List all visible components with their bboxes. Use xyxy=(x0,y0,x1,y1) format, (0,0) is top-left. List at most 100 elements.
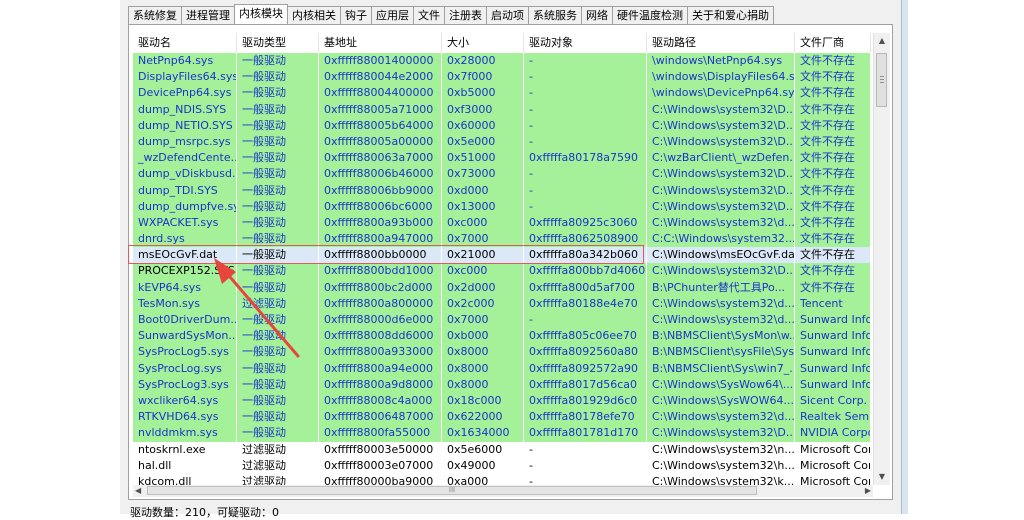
table-row[interactable]: dump_NDIS.SYS 一般驱动 0xfffff88005a71000 0xf30… xyxy=(133,101,871,118)
table-cell: 一般驱动 xyxy=(237,312,319,329)
table-row[interactable]: nvlddmkm.sys 一般驱动 0xfffff8800fa55000 0x1634… xyxy=(133,425,871,442)
table-row[interactable]: dump_dumpfve.sys 一般驱动 0xfffff88006bc6000 0x… xyxy=(133,198,871,215)
table-row[interactable]: kEVP64.sys 一般驱动 0xfffff8800bc2d000 0x2d000 0… xyxy=(133,279,871,296)
table-cell: 0xfffff88000d6e000 xyxy=(319,312,442,329)
table-cell: 文件不存在 xyxy=(795,247,871,264)
table-row[interactable]: PROCEXP152.SYS 一般驱动 0xfffff8800bdd1000 0xc0… xyxy=(133,263,871,280)
tab-11[interactable]: 硬件温度检测 xyxy=(612,6,688,24)
table-cell: - xyxy=(524,133,647,151)
table-row[interactable]: TesMon.sys 过滤驱动 0xfffff8800a800000 0x2c000 0… xyxy=(133,295,871,312)
table-cell: 0xfffffa801929d6c0 xyxy=(524,392,647,410)
table-row[interactable]: _wzDefendCente... 一般驱动 0xfffff880063a7000 0… xyxy=(133,150,871,167)
column-header[interactable]: 驱动路径 xyxy=(647,33,795,53)
kernel-module-panel: 驱动名 驱动类型 基地址 大小 驱动对象 驱动路径 文件厂商 NetPnp64.sys 一般驱… xyxy=(128,24,893,500)
table-cell: 一般驱动 xyxy=(237,53,319,70)
table-row[interactable]: SysProcLog5.sys 一般驱动 0xfffff8800a933000 0x8… xyxy=(133,344,871,361)
table-row[interactable]: dnrd.sys 一般驱动 0xfffff8800a947000 0x7000 0xff… xyxy=(133,231,871,248)
table-cell: 0xfffffa8092560a80 xyxy=(524,344,647,361)
tab-3[interactable]: 内核相关 xyxy=(287,6,341,24)
table-cell: 文件不存在 xyxy=(795,214,871,232)
table-cell: Microsoft Corpo xyxy=(795,441,871,458)
table-cell: 0xfffffa8092572a90 xyxy=(524,360,647,377)
tab-5[interactable]: 应用层 xyxy=(371,6,414,24)
table-cell: - xyxy=(524,441,647,458)
tab-0[interactable]: 系统修复 xyxy=(128,6,182,24)
table-row[interactable]: Boot0DriverDum... 一般驱动 0xfffff88000d6e000 0… xyxy=(133,312,871,329)
table-cell: 0xfffff8800a800000 xyxy=(319,295,442,312)
tab-7[interactable]: 注册表 xyxy=(444,6,487,24)
scroll-left-icon[interactable]: ◀ xyxy=(135,485,141,497)
tab-1[interactable]: 进程管理 xyxy=(181,6,235,24)
table-cell: 一般驱动 xyxy=(237,409,319,426)
table-cell: 0xfffff88004400000 xyxy=(319,85,442,102)
table-cell: B:\NBMSClient\sysFile\Sys... xyxy=(647,344,795,361)
tab-8[interactable]: 启动项 xyxy=(486,6,529,24)
scroll-down-icon[interactable]: ▼ xyxy=(874,469,890,485)
table-cell: 过滤驱动 xyxy=(237,473,319,485)
tab-9[interactable]: 系统服务 xyxy=(528,6,582,24)
table-cell: 0xfffff88008dd6000 xyxy=(319,328,442,345)
table-row[interactable]: msEOcGvF.dat 一般驱动 0xfffff8800bb0000 0x21000… xyxy=(133,247,871,264)
tab-4[interactable]: 钩子 xyxy=(340,6,372,24)
table-row[interactable]: WXPACKET.sys 一般驱动 0xfffff8800a93b000 0xc000… xyxy=(133,214,871,232)
table-cell: Sunward Inform xyxy=(795,360,871,377)
table-cell: 0xfffff80000ba9000 xyxy=(319,473,442,485)
tab-12[interactable]: 关于和爱心捐助 xyxy=(687,6,774,24)
table-cell: C:\Windows\system32\D... xyxy=(647,133,795,151)
table-row[interactable]: SysProcLog3.sys 一般驱动 0xfffff8800a9d8000 0x8… xyxy=(133,376,871,393)
vertical-scrollbar[interactable]: ▲ ▼ xyxy=(873,33,890,485)
table-row[interactable]: dump_vDiskbusd... 一般驱动 0xfffff88006b46000 0… xyxy=(133,166,871,183)
column-header[interactable]: 驱动名 xyxy=(133,33,237,53)
column-header[interactable]: 大小 xyxy=(442,33,524,53)
table-row[interactable]: kdcom.dll 过滤驱动 0xfffff80000ba9000 0xa000- C:… xyxy=(133,473,871,485)
table-cell: 0xf3000 xyxy=(442,101,524,118)
table-cell: - xyxy=(524,457,647,474)
driver-list[interactable]: 驱动名 驱动类型 基地址 大小 驱动对象 驱动路径 文件厂商 NetPnp64.sys 一般驱… xyxy=(133,33,871,485)
table-cell: 0xfffff88005a00000 xyxy=(319,133,442,151)
column-header[interactable]: 基地址 xyxy=(319,33,442,53)
column-header[interactable]: 驱动对象 xyxy=(524,33,647,53)
table-row[interactable]: wxcliker64.sys 一般驱动 0xfffff88008c4a000 0x18… xyxy=(133,392,871,410)
table-row[interactable]: ntoskrnl.exe 过滤驱动 0xfffff80003e50000 0x5e60… xyxy=(133,441,871,458)
column-header[interactable]: 驱动类型 xyxy=(237,33,319,53)
table-row[interactable]: SysProcLog.sys 一般驱动 0xfffff8800a94e000 0x80… xyxy=(133,360,871,377)
table-row[interactable]: dump_msrpc.sys 一般驱动 0xfffff88005a00000 0x5e… xyxy=(133,133,871,151)
table-row[interactable]: DevicePnp64.sys 一般驱动 0xfffff88004400000 0xb… xyxy=(133,85,871,102)
column-header[interactable]: 文件厂商 xyxy=(795,33,871,53)
table-row[interactable]: DisplayFiles64.sys 一般驱动 0xfffff880044e2000… xyxy=(133,69,871,86)
table-row[interactable]: RTKVHD64.sys 一般驱动 0xfffff88006487000 0x6220… xyxy=(133,409,871,426)
table-cell: 0xfffffa8017d56ca0 xyxy=(524,376,647,393)
table-cell: C:\Windows\system32\D... xyxy=(647,198,795,215)
table-cell: 一般驱动 xyxy=(237,133,319,151)
table-row[interactable]: SunwardSysMon.... 一般驱动 0xfffff88008dd6000 0… xyxy=(133,328,871,345)
scroll-right-icon[interactable]: ▶ xyxy=(865,485,871,497)
table-cell: 文件不存在 xyxy=(795,101,871,118)
table-cell: 一般驱动 xyxy=(237,344,319,361)
table-cell: 一般驱动 xyxy=(237,198,319,215)
table-cell: 0x60000 xyxy=(442,117,524,134)
table-cell: C:\Windows\system32\n... xyxy=(647,441,795,458)
table-row[interactable]: hal.dll 过滤驱动 0xfffff80003e07000 0x49000- C:\… xyxy=(133,457,871,474)
table-cell: 0x7000 xyxy=(442,231,524,248)
table-row[interactable]: dump_TDI.SYS 一般驱动 0xfffff88006bb9000 0xd000… xyxy=(133,182,871,199)
table-cell: 文件不存在 xyxy=(795,133,871,151)
scroll-up-icon[interactable]: ▲ xyxy=(874,33,890,49)
table-row[interactable]: NetPnp64.sys 一般驱动 0xfffff88001400000 0x2800… xyxy=(133,53,871,70)
table-cell: _wzDefendCente... xyxy=(133,150,237,167)
table-cell: Realtek Semico xyxy=(795,409,871,426)
table-cell: C:\Windows\system32\d... xyxy=(647,312,795,329)
table-row[interactable]: dump_NETIO.SYS 一般驱动 0xfffff88005b64000 0x60… xyxy=(133,117,871,134)
tab-6[interactable]: 文件 xyxy=(413,6,445,24)
hscroll-thumb[interactable]: III xyxy=(147,486,757,495)
table-cell: 0xfffff8800a9d8000 xyxy=(319,376,442,393)
table-cell: 0x622000 xyxy=(442,409,524,426)
table-cell: - xyxy=(524,473,647,485)
scroll-thumb[interactable] xyxy=(876,53,887,107)
table-cell: - xyxy=(524,312,647,329)
table-cell: Sunward Inform xyxy=(795,376,871,393)
table-cell: 0x5e000 xyxy=(442,133,524,151)
table-cell: 0xfffff88006bb9000 xyxy=(319,182,442,199)
horizontal-scrollbar[interactable]: ◀ III ▶ xyxy=(133,485,873,497)
tab-2[interactable]: 内核模块 xyxy=(234,4,288,24)
tab-10[interactable]: 网络 xyxy=(581,6,613,24)
